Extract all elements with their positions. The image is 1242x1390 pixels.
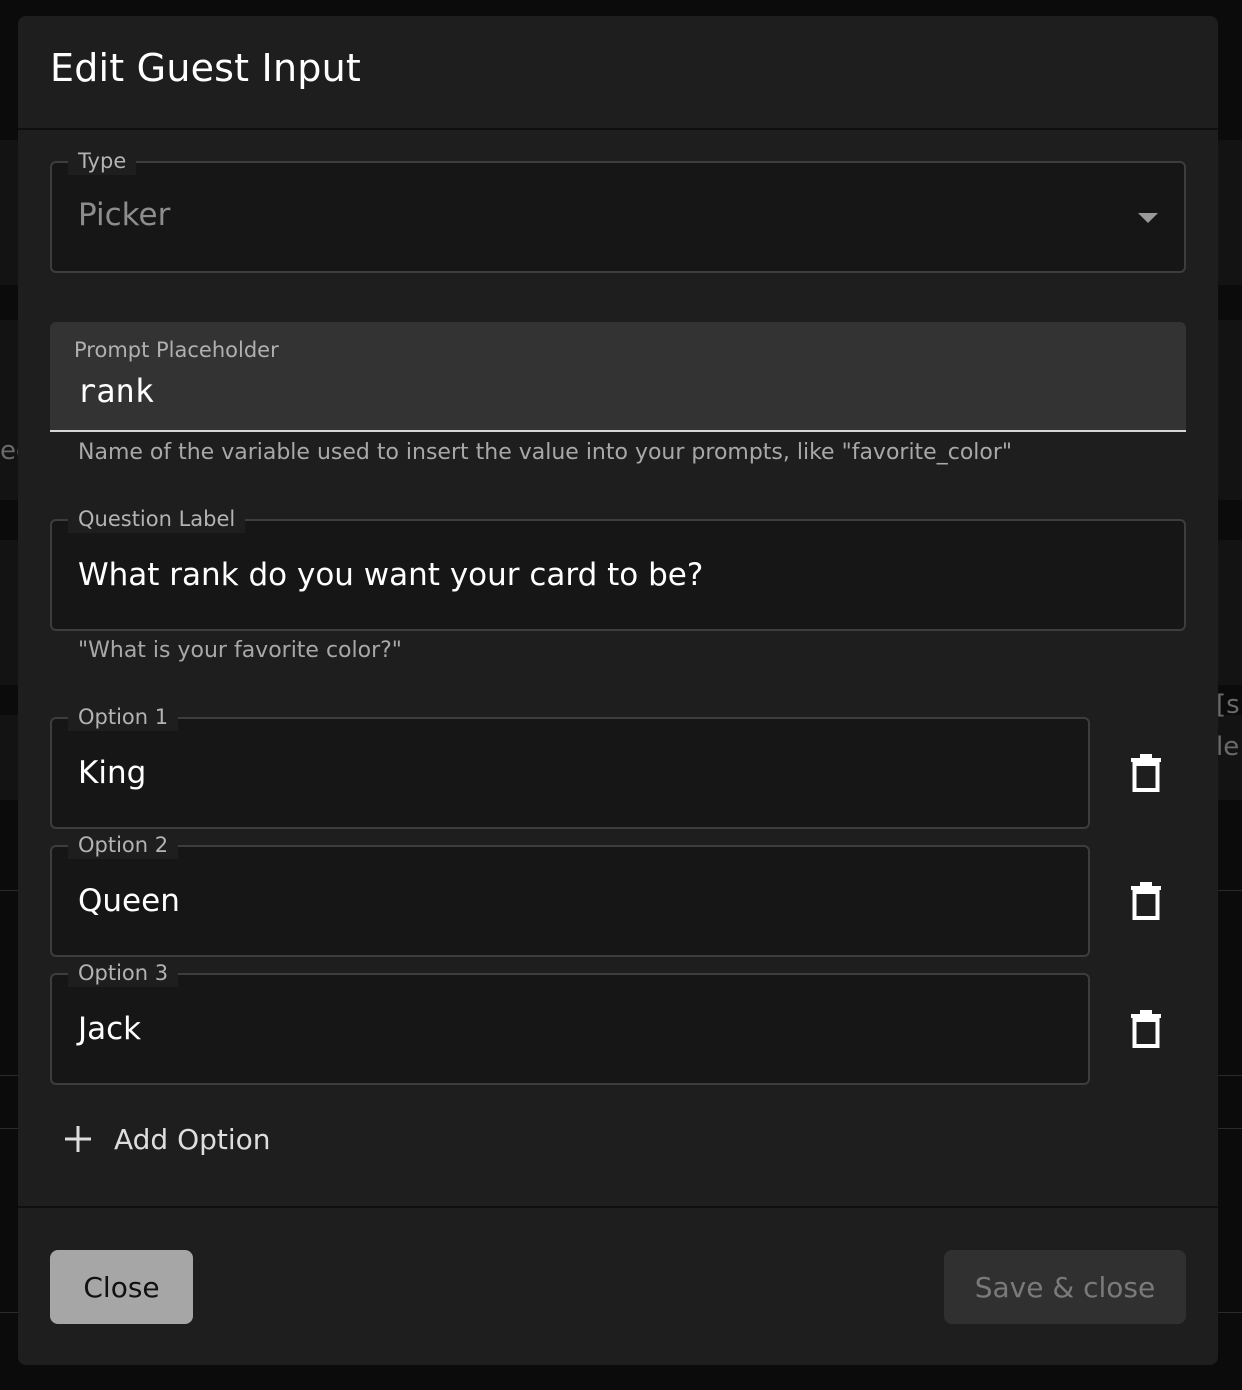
trash-icon[interactable] xyxy=(1126,751,1166,795)
dialog-title: Edit Guest Input xyxy=(50,46,361,90)
trash-icon[interactable] xyxy=(1126,879,1166,923)
plus-icon xyxy=(64,1125,92,1153)
dialog-header: Edit Guest Input xyxy=(18,16,1218,130)
option-value: Queen xyxy=(78,883,180,919)
option-value: Jack xyxy=(78,1011,142,1047)
question-label-label: Question Label xyxy=(68,505,246,533)
question-label-value: What rank do you want your card to be? xyxy=(78,557,704,593)
close-button[interactable]: Close xyxy=(50,1250,193,1324)
background-text: [su xyxy=(1216,690,1242,720)
caret-down-icon[interactable] xyxy=(1138,213,1158,223)
question-label-field[interactable]: Question Label What rank do you want you… xyxy=(50,505,1186,631)
type-value: Picker xyxy=(78,197,171,233)
option-label: Option 1 xyxy=(68,703,179,731)
type-label: Type xyxy=(68,147,137,175)
prompt-placeholder-helper: Name of the variable used to insert the … xyxy=(78,440,1013,465)
question-label-helper: "What is your favorite color?" xyxy=(78,638,402,663)
add-option-button[interactable]: Add Option xyxy=(64,1114,271,1164)
prompt-placeholder-value: rank xyxy=(77,372,155,410)
background-text: le xyxy=(1216,732,1240,762)
save-and-close-button[interactable]: Save & close xyxy=(944,1250,1186,1324)
option-field[interactable]: Option 3 Jack xyxy=(50,959,1090,1085)
prompt-placeholder-label: Prompt Placeholder xyxy=(74,338,279,362)
type-select[interactable]: Type Picker xyxy=(50,147,1186,273)
option-field[interactable]: Option 2 Queen xyxy=(50,831,1090,957)
option-value: King xyxy=(78,755,147,791)
trash-icon[interactable] xyxy=(1126,1007,1166,1051)
option-field[interactable]: Option 1 King xyxy=(50,703,1090,829)
dialog-footer: Close Save & close xyxy=(18,1206,1218,1365)
plus-icon-graphic xyxy=(65,1126,91,1152)
edit-guest-input-dialog: Edit Guest Input Type Picker Prompt Plac… xyxy=(18,16,1218,1365)
trash-icon-graphic xyxy=(1131,882,1161,920)
prompt-placeholder-field[interactable]: Prompt Placeholder rank xyxy=(50,322,1186,432)
option-label: Option 3 xyxy=(68,959,179,987)
trash-icon-graphic xyxy=(1131,754,1161,792)
add-option-label: Add Option xyxy=(114,1122,271,1156)
trash-icon-graphic xyxy=(1131,1010,1161,1048)
option-label: Option 2 xyxy=(68,831,179,859)
